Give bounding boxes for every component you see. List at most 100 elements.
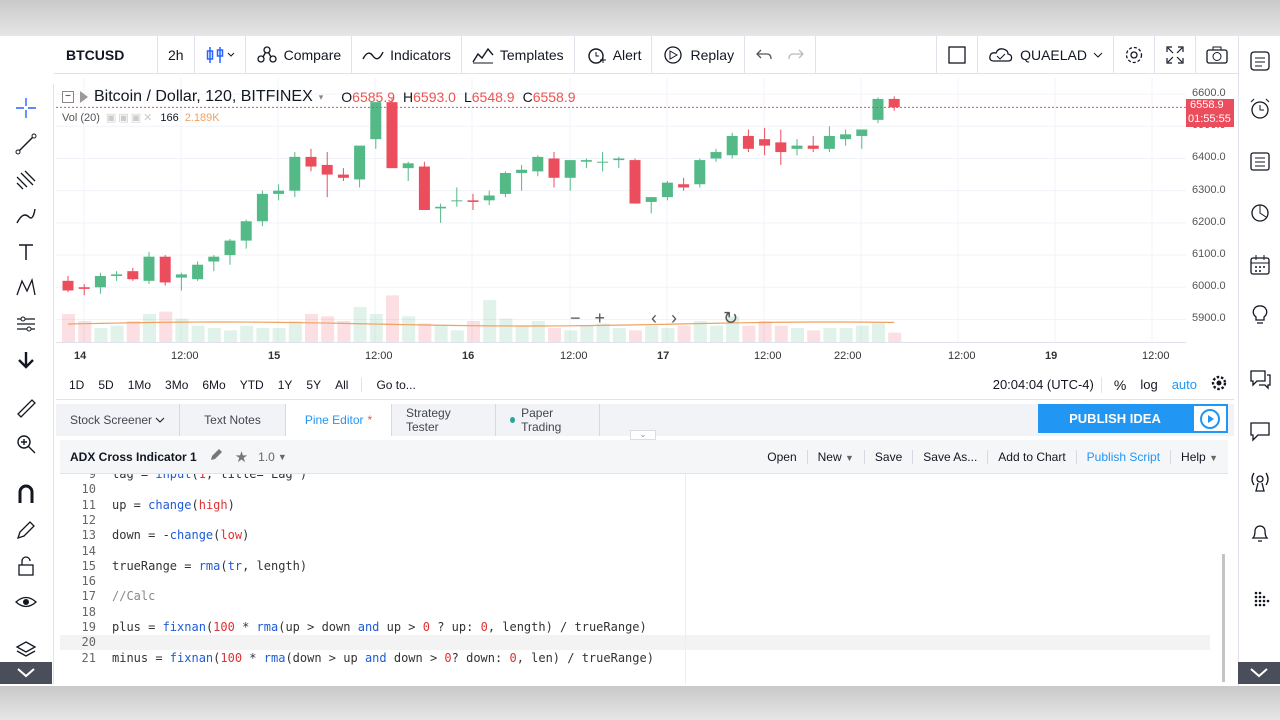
legend-collapse-icon[interactable]: − xyxy=(62,91,74,103)
panel-collapse-icon[interactable]: ⌄ xyxy=(630,430,656,440)
fullscreen-layout-button[interactable] xyxy=(936,36,979,73)
editor-scrollbar[interactable] xyxy=(1222,554,1225,682)
range-1y[interactable]: 1Y xyxy=(271,378,300,392)
code-line[interactable]: 14 xyxy=(60,544,1210,559)
range-ytd[interactable]: YTD xyxy=(233,378,271,392)
code-line[interactable]: 12 xyxy=(60,513,1210,528)
goto-button[interactable]: Go to... xyxy=(361,377,422,392)
zoom-icon[interactable] xyxy=(12,430,40,458)
auto-toggle[interactable]: auto xyxy=(1165,377,1204,392)
zoom-out-button[interactable]: − xyxy=(570,308,581,329)
range-5y[interactable]: 5Y xyxy=(299,378,328,392)
magnet-icon[interactable] xyxy=(12,480,40,508)
percent-toggle[interactable]: % xyxy=(1100,376,1133,393)
code-line[interactable]: 21 minus = fixnan(100 * rma(down > up and… xyxy=(60,651,1210,666)
data-window-icon[interactable] xyxy=(1245,146,1275,176)
publish-idea-button[interactable]: PUBLISH IDEA xyxy=(1038,404,1228,433)
fib-tool[interactable] xyxy=(12,166,40,194)
chats-icon[interactable] xyxy=(1245,364,1275,394)
chart-style-button[interactable] xyxy=(195,36,246,73)
reset-chart-icon[interactable]: ↻ xyxy=(723,308,738,329)
tab-pine-editor[interactable]: Pine Editor * xyxy=(286,404,392,436)
legend-chevron-icon[interactable]: ▾ xyxy=(319,92,324,103)
trendline-tool[interactable] xyxy=(12,130,40,158)
range-3mo[interactable]: 3Mo xyxy=(158,378,195,392)
code-editor[interactable]: 9 lag = input(1, title="Lag") 10 11 up = cha… xyxy=(60,474,1228,684)
right-collapse-button[interactable] xyxy=(1238,662,1280,684)
log-toggle[interactable]: log xyxy=(1133,377,1164,392)
flag-icon[interactable] xyxy=(80,91,88,103)
layers-icon[interactable] xyxy=(12,636,40,664)
code-line[interactable]: 11 up = change(high) xyxy=(60,498,1210,513)
alarm-clock-icon[interactable] xyxy=(1245,94,1275,124)
open-button[interactable]: Open xyxy=(757,449,808,464)
left-collapse-button[interactable] xyxy=(0,662,52,684)
cloud-save-button[interactable]: QUAELAD xyxy=(978,36,1114,73)
pencil-icon[interactable] xyxy=(209,448,223,465)
tab-strategy-tester[interactable]: Strategy Tester xyxy=(392,404,496,436)
add-to-chart-button[interactable]: Add to Chart xyxy=(988,449,1077,464)
dots-grid-icon[interactable] xyxy=(1245,584,1275,614)
scroll-right-button[interactable]: › xyxy=(671,308,677,329)
code-line[interactable]: 16 xyxy=(60,574,1210,589)
arrow-down-icon[interactable] xyxy=(12,346,40,374)
price-axis[interactable]: 6600.06500.06400.06300.06200.06100.06000… xyxy=(1186,78,1234,342)
volume-controls-icon[interactable]: ▣▣▣✕ xyxy=(106,111,154,124)
snapshot-button[interactable] xyxy=(1196,36,1238,73)
pattern-tool[interactable] xyxy=(12,274,40,302)
code-line[interactable]: 18 xyxy=(60,605,1210,620)
code-line[interactable]: 19 plus = fixnan(100 * rma(up > down and … xyxy=(60,620,1210,635)
tab-paper-trading[interactable]: Paper Trading xyxy=(496,404,600,436)
chat-icon[interactable] xyxy=(1245,416,1275,446)
redo-icon[interactable] xyxy=(787,47,805,63)
publish-script-button[interactable]: Publish Script xyxy=(1077,449,1172,464)
price-chart[interactable] xyxy=(56,78,1186,342)
crosshair-tool[interactable] xyxy=(12,94,40,122)
tab-text-notes[interactable]: Text Notes xyxy=(180,404,286,436)
zoom-in-button[interactable]: + xyxy=(595,308,606,329)
interval-button[interactable]: 2h xyxy=(158,36,195,73)
code-line[interactable]: 9 lag = input(1, title="Lag") xyxy=(60,474,1210,482)
brush-tool[interactable] xyxy=(12,202,40,230)
bell-icon[interactable] xyxy=(1245,518,1275,548)
ruler-tool[interactable] xyxy=(12,394,40,422)
undo-icon[interactable] xyxy=(755,47,773,63)
templates-button[interactable]: Templates xyxy=(462,36,575,73)
help-button[interactable]: Help ▼ xyxy=(1171,450,1228,464)
pencil-lock-icon[interactable] xyxy=(12,516,40,544)
indicators-button[interactable]: Indicators xyxy=(352,36,462,73)
calendar-icon[interactable] xyxy=(1245,250,1275,280)
compare-button[interactable]: Compare xyxy=(246,36,353,73)
code-line[interactable]: 15 trueRange = rma(tr, length) xyxy=(60,559,1210,574)
symbol-search[interactable]: BTCUSD xyxy=(54,36,158,73)
code-line[interactable]: 10 xyxy=(60,482,1210,497)
range-5d[interactable]: 5D xyxy=(91,378,120,392)
hotlist-icon[interactable] xyxy=(1245,198,1275,228)
lock-icon[interactable] xyxy=(12,552,40,580)
time-axis[interactable]: 14 12:00 15 12:00 16 12:00 17 12:00 22:00 12:00 19… xyxy=(56,342,1186,368)
script-name[interactable]: ADX Cross Indicator 1 xyxy=(60,450,197,464)
save-button[interactable]: Save xyxy=(865,449,914,464)
ideas-icon[interactable] xyxy=(1245,300,1275,330)
version-label[interactable]: 1.0 xyxy=(258,450,275,464)
settings-button[interactable] xyxy=(1114,36,1155,73)
replay-button[interactable]: Replay xyxy=(652,36,746,73)
range-all[interactable]: All xyxy=(328,378,355,392)
text-tool[interactable] xyxy=(12,238,40,266)
tab-stock-screener[interactable]: Stock Screener xyxy=(56,404,180,436)
scroll-left-button[interactable]: ‹ xyxy=(651,308,657,329)
range-6mo[interactable]: 6Mo xyxy=(195,378,232,392)
range-1mo[interactable]: 1Mo xyxy=(121,378,158,392)
alert-button[interactable]: Alert xyxy=(575,36,653,73)
code-line[interactable]: 17 //Calc xyxy=(60,589,1210,604)
gear-icon[interactable] xyxy=(1204,375,1234,394)
save-as-button[interactable]: Save As... xyxy=(913,449,989,464)
streams-icon[interactable] xyxy=(1245,466,1275,496)
range-1d[interactable]: 1D xyxy=(62,378,91,392)
expand-button[interactable] xyxy=(1155,36,1196,73)
eye-icon[interactable] xyxy=(12,588,40,616)
new-button[interactable]: New ▼ xyxy=(808,449,865,464)
code-line[interactable]: 20 xyxy=(60,635,1210,651)
prediction-tool[interactable] xyxy=(12,310,40,338)
play-icon[interactable] xyxy=(1192,404,1228,433)
